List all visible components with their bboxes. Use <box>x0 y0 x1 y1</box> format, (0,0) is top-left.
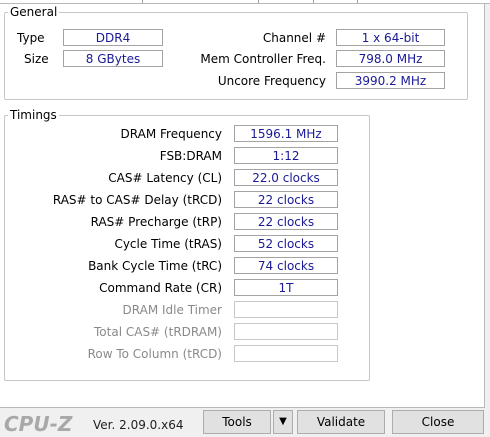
chevron-down-icon: ▼ <box>279 416 287 427</box>
type-label: Type <box>17 31 45 45</box>
timings-group-title: Timings <box>8 108 59 122</box>
version-label: Ver. 2.09.0.x64 <box>93 418 184 432</box>
uncore-frequency-label: Uncore Frequency <box>217 74 326 88</box>
dram-idle-timer-value <box>234 301 338 318</box>
command-rate-value: 1T <box>234 279 338 296</box>
size-label: Size <box>24 52 49 66</box>
tab-divider <box>142 0 143 3</box>
dram-idle-timer-label: DRAM Idle Timer <box>122 303 222 317</box>
command-rate-label: Command Rate (CR) <box>99 281 222 295</box>
dram-frequency-label: DRAM Frequency <box>120 127 222 141</box>
mem-controller-freq-value: 798.0 MHz <box>336 50 445 67</box>
bank-cycle-time-label: Bank Cycle Time (tRC) <box>88 259 222 273</box>
channel-label: Channel # <box>262 31 326 45</box>
tools-dropdown-button[interactable]: ▼ <box>273 410 293 434</box>
cas-latency-label: CAS# Latency (CL) <box>108 171 222 185</box>
bank-cycle-time-value: 74 clocks <box>234 257 338 274</box>
tab-divider <box>357 0 358 3</box>
fsb-dram-label: FSB:DRAM <box>159 149 222 163</box>
ras-to-cas-delay-label: RAS# to CAS# Delay (tRCD) <box>52 193 222 207</box>
ras-precharge-label: RAS# Precharge (tRP) <box>90 215 222 229</box>
cas-latency-value: 22.0 clocks <box>234 169 338 186</box>
ras-to-cas-delay-value: 22 clocks <box>234 191 338 208</box>
tab-divider <box>313 0 314 3</box>
size-value: 8 GBytes <box>63 50 163 67</box>
total-cas-label: Total CAS# (tRDRAM) <box>94 325 222 339</box>
channel-value: 1 x 64-bit <box>336 29 445 46</box>
mem-controller-freq-label: Mem Controller Freq. <box>200 52 326 66</box>
row-to-column-label: Row To Column (tRCD) <box>87 347 222 361</box>
tab-divider <box>258 0 259 3</box>
total-cas-value <box>234 323 338 340</box>
uncore-frequency-value: 3990.2 MHz <box>336 72 445 89</box>
validate-button[interactable]: Validate <box>297 410 385 434</box>
row-to-column-value <box>234 345 338 362</box>
fsb-dram-value: 1:12 <box>234 147 338 164</box>
close-button[interactable]: Close <box>392 410 484 434</box>
general-group-title: General <box>8 5 60 19</box>
cpuz-memory-window: General Type DDR4 Size 8 GBytes Channel … <box>0 0 490 437</box>
cpuz-logo: CPU-Z <box>4 412 73 436</box>
dram-frequency-value: 1596.1 MHz <box>234 125 338 142</box>
memory-tab-panel: General Type DDR4 Size 8 GBytes Channel … <box>0 4 485 408</box>
cycle-time-value: 52 clocks <box>234 235 338 252</box>
type-value: DDR4 <box>63 29 163 46</box>
ras-precharge-value: 22 clocks <box>234 213 338 230</box>
cycle-time-label: Cycle Time (tRAS) <box>114 237 222 251</box>
tools-button[interactable]: Tools <box>203 410 271 434</box>
